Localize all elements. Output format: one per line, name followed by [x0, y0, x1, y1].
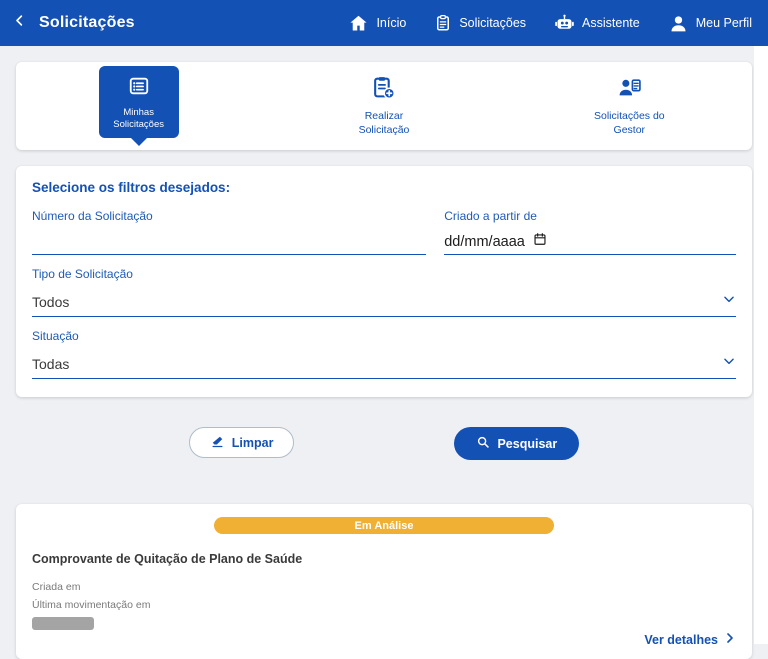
- top-nav: Início Solicitações Assistente Meu Perfi…: [348, 13, 752, 34]
- numero-input[interactable]: [32, 229, 426, 255]
- chevron-left-icon: [12, 13, 27, 33]
- list-icon: [128, 75, 150, 102]
- status-badge: Em Análise: [214, 517, 554, 534]
- eraser-icon: [210, 434, 225, 452]
- tab-label: Solicitações do Gestor: [586, 110, 672, 136]
- pesquisar-button[interactable]: Pesquisar: [454, 427, 579, 460]
- tabs-bar: Minhas Solicitações Realizar Solicitação…: [16, 62, 752, 150]
- search-icon: [476, 435, 490, 452]
- chevron-down-icon: [722, 354, 736, 373]
- scrollbar-track[interactable]: [754, 46, 768, 644]
- nav-label: Assistente: [582, 16, 640, 30]
- tab-solicitacoes-do-gestor[interactable]: Solicitações do Gestor: [507, 75, 752, 136]
- tipo-selected-value: Todos: [32, 294, 69, 310]
- criado-label: Criado a partir de: [444, 209, 736, 223]
- redacted-date-blob: [32, 617, 94, 630]
- robot-icon: [554, 13, 575, 34]
- situacao-selected-value: Todas: [32, 356, 69, 372]
- nav-item-solicitacoes[interactable]: Solicitações: [434, 14, 526, 32]
- date-placeholder: dd/mm/aaaa: [444, 234, 525, 250]
- tab-realizar-solicitacao[interactable]: Realizar Solicitação: [261, 75, 506, 136]
- tipo-label: Tipo de Solicitação: [32, 267, 736, 281]
- calendar-icon[interactable]: [533, 232, 547, 251]
- person-icon: [668, 13, 689, 34]
- nav-item-assistente[interactable]: Assistente: [554, 13, 640, 34]
- criado-date-input[interactable]: dd/mm/aaaa: [444, 229, 736, 255]
- chevron-down-icon: [722, 292, 736, 311]
- page-title: Solicitações: [39, 14, 135, 32]
- nav-item-inicio[interactable]: Início: [348, 13, 406, 34]
- nav-label: Solicitações: [459, 16, 526, 30]
- pesquisar-label: Pesquisar: [497, 437, 557, 451]
- chevron-right-icon: [724, 632, 736, 647]
- tipo-select[interactable]: Todos: [32, 287, 736, 317]
- app-header: Solicitações Início Solicitações Assiste…: [0, 0, 768, 46]
- last-movement-label: Última movimentação em: [32, 599, 736, 611]
- filters-panel: Selecione os filtros desejados: Número d…: [16, 166, 752, 397]
- filters-title: Selecione os filtros desejados:: [32, 180, 736, 195]
- limpar-label: Limpar: [232, 436, 274, 450]
- situacao-select[interactable]: Todas: [32, 349, 736, 379]
- back-button[interactable]: [12, 13, 27, 33]
- nav-label: Início: [376, 16, 406, 30]
- person-clipboard-icon: [617, 75, 642, 105]
- tab-label: Minhas Solicitações: [104, 107, 174, 131]
- tab-minhas-solicitacoes[interactable]: Minhas Solicitações: [16, 66, 261, 146]
- home-icon: [348, 13, 369, 34]
- solicitacao-result-card: Em Análise Comprovante de Quitação de Pl…: [16, 504, 752, 659]
- nav-label: Meu Perfil: [696, 16, 752, 30]
- situacao-label: Situação: [32, 329, 736, 343]
- result-title: Comprovante de Quitação de Plano de Saúd…: [32, 552, 736, 566]
- nav-item-meu-perfil[interactable]: Meu Perfil: [668, 13, 752, 34]
- details-label: Ver detalhes: [644, 633, 718, 647]
- filter-actions: Limpar Pesquisar: [0, 427, 768, 460]
- ver-detalhes-link[interactable]: Ver detalhes: [644, 632, 736, 647]
- numero-label: Número da Solicitação: [32, 209, 426, 223]
- clipboard-plus-icon: [371, 75, 396, 105]
- active-tab-pointer: [131, 138, 147, 146]
- tab-label: Realizar Solicitação: [341, 110, 427, 136]
- created-label: Criada em: [32, 581, 736, 593]
- active-tab-box: Minhas Solicitações: [99, 66, 179, 138]
- clipboard-icon: [434, 14, 452, 32]
- limpar-button[interactable]: Limpar: [189, 427, 295, 458]
